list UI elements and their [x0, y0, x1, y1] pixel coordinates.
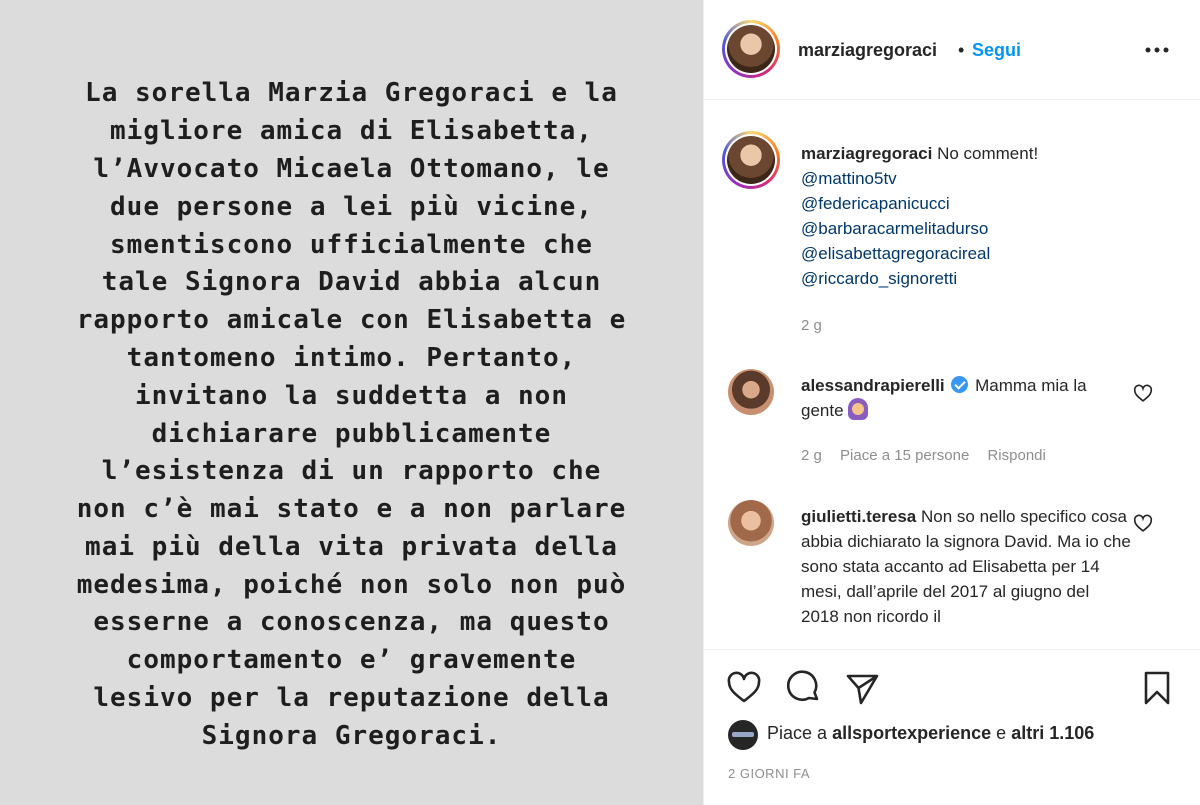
likes-middle: e — [996, 723, 1007, 743]
story-line: dichiarare pubblicamente — [151, 418, 552, 449]
avatar-image — [727, 136, 775, 184]
mention-link[interactable]: @riccardo_signoretti — [801, 266, 1131, 291]
comment-item: giulietti.teresa Non so nello specifico … — [801, 504, 1131, 629]
story-line: l’Avvocato Micaela Ottomano, le — [93, 153, 610, 184]
story-line: rapporto amicale con Elisabetta e — [76, 305, 627, 336]
caption-username[interactable]: marziagregoraci — [801, 144, 932, 163]
story-line: due persone a lei più vicine, — [110, 191, 593, 222]
mention-link[interactable]: @federicapanicucci — [801, 191, 1131, 216]
story-line: lesivo per la reputazione della — [93, 683, 610, 714]
story-line: l’esistenza di un rapporto che — [101, 456, 602, 487]
story-line: Signora Gregoraci. — [201, 720, 502, 751]
story-line: tale Signora David abbia alcun — [101, 267, 602, 298]
like-heart-icon[interactable] — [724, 668, 764, 708]
story-line: mai più della vita privata della — [85, 531, 618, 562]
caption-avatar[interactable] — [722, 131, 780, 189]
story-line: La sorella Marzia Gregoraci e la — [85, 78, 618, 109]
likes-others[interactable]: altri 1.106 — [1011, 723, 1094, 743]
separator-dot: • — [958, 40, 965, 60]
more-options-icon[interactable] — [1140, 33, 1174, 67]
comment-avatar[interactable] — [728, 369, 774, 415]
post-date: 2 GIORNI FA — [728, 766, 811, 781]
story-line: comportamento e’ gravemente — [126, 645, 577, 676]
comments-list[interactable]: marziagregoraci No comment! @mattino5tv … — [704, 101, 1200, 649]
story-line: invitano la suddetta a non — [135, 380, 568, 411]
post-actions: Piace a allsportexperience e altri 1.106… — [704, 649, 1200, 805]
caption: marziagregoraci No comment! @mattino5tv … — [801, 141, 1131, 291]
mention-link[interactable]: @elisabettagregoracireal — [801, 241, 1131, 266]
post-image: La sorella Marzia Gregoraci e la miglior… — [0, 0, 703, 805]
liker-avatar[interactable] — [728, 720, 758, 750]
comment-like-icon[interactable] — [1132, 382, 1154, 404]
comment-likes[interactable]: Piace a 15 persone — [840, 447, 969, 464]
avatar-image — [727, 25, 775, 73]
comment-username[interactable]: alessandrapierelli — [801, 376, 945, 395]
comment-username[interactable]: giulietti.teresa — [801, 507, 916, 526]
header-avatar[interactable] — [722, 20, 780, 78]
verified-badge-icon — [951, 376, 969, 393]
bookmark-icon[interactable] — [1137, 668, 1177, 708]
share-send-icon[interactable] — [842, 668, 882, 708]
facepalm-emoji-icon — [847, 398, 868, 420]
post-side-panel: marziagregoraci • Segui marziagregoraci … — [703, 0, 1200, 805]
comment-avatar[interactable] — [728, 500, 774, 546]
reply-button[interactable]: Rispondi — [987, 447, 1045, 464]
post-image-text: La sorella Marzia Gregoraci e la miglior… — [7, 75, 697, 755]
story-line: esserne a conoscenza, ma questo — [93, 607, 610, 638]
story-line: non c’è mai stato e a non parlare — [76, 494, 627, 525]
story-line: tantomeno intimo. Pertanto, — [126, 342, 577, 373]
caption-text: No comment! — [937, 144, 1039, 163]
likes-prefix: Piace a — [767, 723, 828, 743]
story-line: migliore amica di Elisabetta, — [110, 116, 593, 147]
liker-username[interactable]: allsportexperience — [832, 723, 991, 743]
header-username[interactable]: marziagregoraci — [798, 40, 937, 61]
comment-meta: 2 g Piace a 15 persone Rispondi — [801, 447, 1060, 464]
caption-time: 2 g — [801, 317, 822, 334]
mention-link[interactable]: @mattino5tv — [801, 166, 1131, 191]
post-header: marziagregoraci • Segui — [704, 0, 1200, 100]
story-line: smentiscono ufficialmente che — [110, 229, 593, 260]
likes-summary[interactable]: Piace a allsportexperience e altri 1.106 — [767, 723, 1094, 744]
comment-bubble-icon[interactable] — [784, 668, 824, 708]
comment-item: alessandrapierelli Mamma mia la gente — [801, 373, 1131, 423]
story-line: medesima, poiché non solo non può — [76, 569, 627, 600]
comment-like-icon[interactable] — [1132, 512, 1154, 534]
follow-button[interactable]: Segui — [972, 40, 1021, 61]
comment-time: 2 g — [801, 447, 822, 464]
mention-link[interactable]: @barbaracarmelitadurso — [801, 216, 1131, 241]
